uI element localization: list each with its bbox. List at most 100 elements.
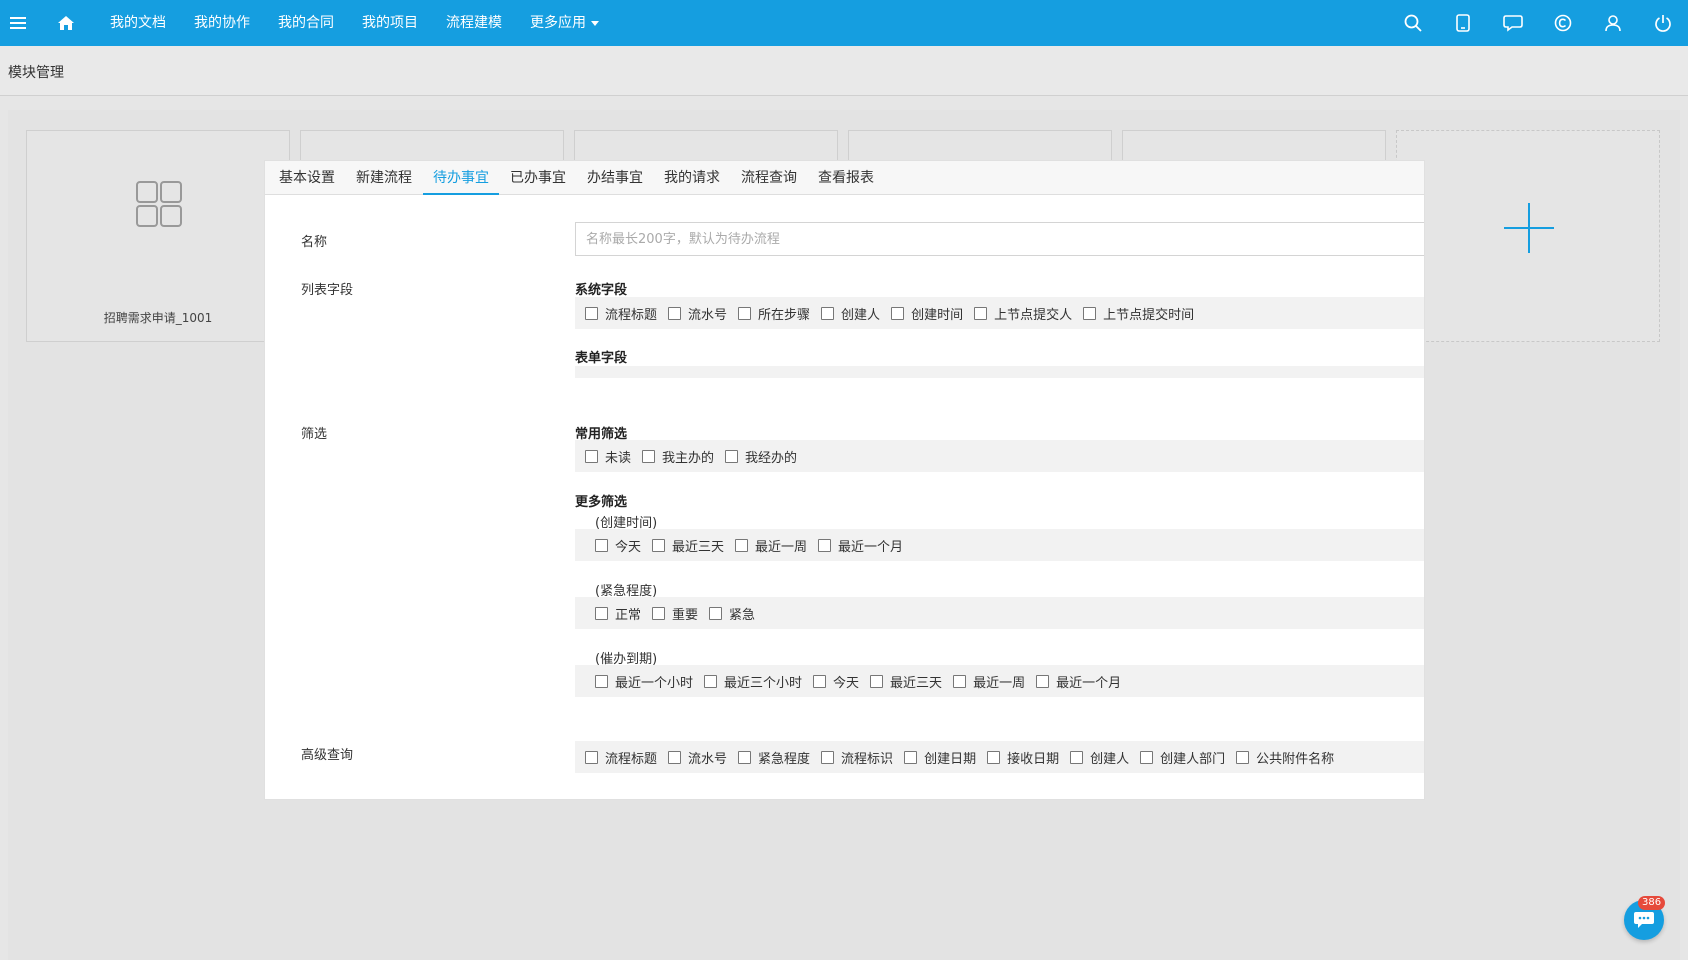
checkbox-option[interactable]: 最近一周 [735, 536, 807, 555]
copyright-icon[interactable] [1538, 0, 1588, 46]
name-input[interactable] [575, 222, 1424, 256]
nav-my-collab[interactable]: 我的协作 [180, 0, 264, 46]
checkbox[interactable] [595, 606, 608, 620]
checkbox[interactable] [953, 674, 967, 688]
nav-my-docs[interactable]: 我的文档 [96, 0, 180, 46]
tab-my-requests[interactable]: 我的请求 [654, 161, 730, 194]
checkbox[interactable] [652, 606, 666, 620]
search-icon[interactable] [1388, 0, 1438, 46]
nav-more-apps[interactable]: 更多应用 [516, 0, 613, 46]
checkbox[interactable] [668, 750, 682, 764]
checkbox-option[interactable]: 今天 [813, 672, 859, 691]
list-fields-label: 列表字段 [301, 283, 354, 298]
checkbox-label: 流程标识 [841, 751, 894, 767]
checkbox-option[interactable]: 创建人 [1070, 748, 1129, 767]
tab-process-query[interactable]: 流程查询 [731, 161, 807, 194]
tab-done[interactable]: 已办事宜 [500, 161, 576, 194]
checkbox-option[interactable]: 最近一个小时 [595, 672, 693, 691]
checkbox-option[interactable]: 公共附件名称 [1236, 748, 1334, 767]
checkbox[interactable] [735, 538, 749, 552]
checkbox[interactable] [642, 449, 656, 463]
checkbox[interactable] [1236, 750, 1250, 764]
tab-reports[interactable]: 查看报表 [808, 161, 884, 194]
checkbox[interactable] [595, 538, 608, 552]
checkbox[interactable] [738, 750, 752, 764]
checkbox[interactable] [1036, 674, 1050, 688]
checkbox-option[interactable]: 最近一个月 [1036, 672, 1121, 691]
nav-my-projects[interactable]: 我的项目 [348, 0, 432, 46]
user-icon[interactable] [1588, 0, 1638, 46]
checkbox[interactable] [821, 750, 835, 764]
power-icon[interactable] [1638, 0, 1688, 46]
tab-basic-settings[interactable]: 基本设置 [269, 161, 345, 194]
checkbox-option[interactable]: 紧急 [709, 604, 755, 623]
more-filter-title: 更多筛选 [575, 495, 628, 510]
checkbox[interactable] [585, 449, 598, 463]
checkbox-option[interactable]: 我主办的 [642, 447, 714, 466]
checkbox-option[interactable]: 创建人部门 [1140, 748, 1225, 767]
checkbox[interactable] [974, 306, 988, 320]
checkbox[interactable] [652, 538, 666, 552]
checkbox-option[interactable]: 最近一个月 [818, 536, 903, 555]
nav-process-modeling[interactable]: 流程建模 [432, 0, 516, 46]
checkbox-option[interactable]: 今天 [595, 536, 641, 555]
checkbox[interactable] [585, 306, 598, 320]
checkbox-label: 最近一周 [973, 675, 1026, 691]
checkbox-option[interactable]: 重要 [652, 604, 698, 623]
checkbox-option[interactable]: 最近三天 [870, 672, 942, 691]
checkbox[interactable] [704, 674, 718, 688]
nav-my-contracts[interactable]: 我的合同 [264, 0, 348, 46]
checkbox-option[interactable]: 流程标题 [585, 304, 657, 323]
home-icon[interactable] [36, 0, 96, 46]
checkbox[interactable] [595, 674, 608, 688]
checkbox-option[interactable]: 最近三天 [652, 536, 724, 555]
checkbox[interactable] [821, 306, 835, 320]
checkbox-option[interactable]: 创建时间 [891, 304, 963, 323]
checkbox[interactable] [1140, 750, 1154, 764]
tab-todo[interactable]: 待办事宜 [423, 161, 499, 195]
mobile-icon[interactable] [1438, 0, 1488, 46]
caret-down-icon [591, 20, 599, 26]
checkbox[interactable] [709, 606, 723, 620]
checkbox-option[interactable]: 最近一周 [953, 672, 1025, 691]
checkbox-label: 流程标题 [605, 307, 658, 323]
checkbox-label: 最近一周 [755, 539, 808, 555]
checkbox[interactable] [813, 674, 827, 688]
checkbox-option[interactable]: 我经办的 [725, 447, 797, 466]
checkbox-option[interactable]: 流程标识 [821, 748, 893, 767]
checkbox[interactable] [668, 306, 682, 320]
tab-finished[interactable]: 办结事宜 [577, 161, 653, 194]
menu-icon[interactable] [0, 0, 36, 46]
checkbox-option[interactable]: 创建人 [821, 304, 880, 323]
checkbox-option[interactable]: 流水号 [668, 304, 727, 323]
checkbox-label: 接收日期 [1007, 751, 1060, 767]
checkbox-option[interactable]: 接收日期 [987, 748, 1059, 767]
checkbox-option[interactable]: 创建日期 [904, 748, 976, 767]
tab-new-process[interactable]: 新建流程 [346, 161, 422, 194]
checkbox-option[interactable]: 未读 [585, 447, 631, 466]
name-label: 名称 [301, 235, 328, 250]
checkbox[interactable] [818, 538, 832, 552]
checkbox-option[interactable]: 所在步骤 [738, 304, 810, 323]
checkbox[interactable] [738, 306, 752, 320]
checkbox[interactable] [891, 306, 905, 320]
checkbox-label: 紧急程度 [758, 751, 811, 767]
checkbox-label: 最近一个月 [838, 539, 904, 555]
checkbox-option[interactable]: 流水号 [668, 748, 727, 767]
checkbox[interactable] [1070, 750, 1084, 764]
checkbox[interactable] [1083, 306, 1097, 320]
checkbox-option[interactable]: 上节点提交时间 [1083, 304, 1194, 323]
checkbox[interactable] [904, 750, 918, 764]
module-card[interactable]: 招聘需求申请_1001 [26, 130, 290, 342]
checkbox[interactable] [585, 750, 598, 764]
checkbox-option[interactable]: 流程标题 [585, 748, 657, 767]
checkbox[interactable] [987, 750, 1001, 764]
checkbox[interactable] [870, 674, 884, 688]
add-module-card[interactable] [1396, 130, 1660, 342]
checkbox[interactable] [725, 449, 739, 463]
checkbox-option[interactable]: 紧急程度 [738, 748, 810, 767]
checkbox-option[interactable]: 最近三个小时 [704, 672, 802, 691]
checkbox-option[interactable]: 上节点提交人 [974, 304, 1072, 323]
chat-icon[interactable] [1488, 0, 1538, 46]
checkbox-option[interactable]: 正常 [595, 604, 641, 623]
